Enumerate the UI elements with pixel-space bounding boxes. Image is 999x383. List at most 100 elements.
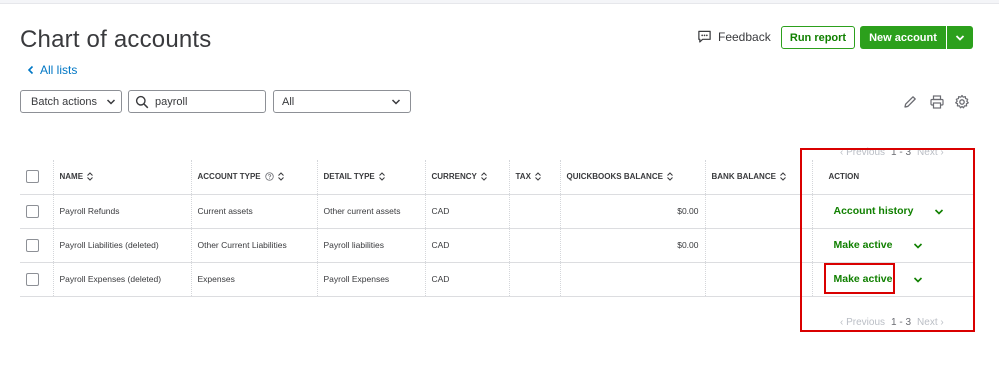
cell-account-type: Current assets — [190, 194, 317, 229]
pagination-bottom: ‹ Previous 1 - 3 Next › — [840, 317, 944, 328]
chevron-down-icon[interactable] — [912, 274, 924, 286]
cell-action: Make active — [811, 262, 973, 297]
chevron-down-icon[interactable] — [912, 240, 924, 252]
sort-icon — [277, 172, 284, 182]
page-range: 1 - 3 — [891, 317, 912, 328]
cell-tax — [508, 194, 560, 229]
next-label: Next — [917, 147, 938, 158]
cell-detail-type: Payroll Expenses — [316, 262, 425, 297]
make-active-button[interactable]: Make active — [829, 236, 898, 254]
table-row[interactable]: Payroll Expenses (deleted) Expenses Payr… — [20, 262, 973, 297]
cell-tax — [508, 262, 560, 297]
run-report-button[interactable]: Run report — [781, 26, 855, 49]
cell-name: Payroll Expenses (deleted) — [52, 262, 191, 297]
cell-account-type: Other Current Liabilities — [190, 228, 317, 263]
cell-name: Payroll Refunds — [52, 194, 191, 229]
cell-bank-balance — [704, 228, 812, 263]
column-account-type[interactable]: ACCOUNT TYPE — [190, 160, 317, 195]
cell-quickbooks-balance — [559, 262, 705, 297]
column-name-label: NAME — [59, 172, 84, 182]
speech-bubble-icon — [698, 30, 711, 43]
pencil-icon[interactable] — [902, 94, 918, 110]
table-row[interactable]: Payroll Refunds Current assets Other cur… — [20, 194, 973, 229]
page-title: Chart of accounts — [20, 26, 212, 53]
row-checkbox[interactable] — [26, 204, 39, 218]
pagination-top: ‹ Previous 1 - 3 Next › — [840, 147, 944, 158]
help-icon[interactable] — [264, 172, 274, 182]
cell-currency: CAD — [424, 228, 509, 263]
batch-actions-label: Batch actions — [31, 95, 98, 108]
chevron-down-icon — [955, 34, 965, 41]
column-action-label: ACTION — [828, 172, 860, 182]
make-active-button[interactable]: Make active — [829, 270, 898, 288]
row-select-cell — [20, 262, 53, 297]
table-header-row: NAME ACCOUNT TYPE DETAIL TYPE CURRENCY T… — [20, 160, 973, 195]
previous-page-link[interactable]: ‹ Previous — [840, 147, 885, 158]
next-page-link[interactable]: Next › — [917, 317, 944, 328]
chevron-down-icon — [107, 98, 116, 105]
feedback-label: Feedback — [718, 29, 771, 44]
accounts-table: NAME ACCOUNT TYPE DETAIL TYPE CURRENCY T… — [20, 160, 973, 297]
column-bank-balance-label: BANK BALANCE — [711, 172, 776, 182]
column-tax-label: TAX — [515, 172, 531, 182]
sort-icon — [378, 172, 385, 182]
row-checkbox[interactable] — [26, 238, 39, 252]
column-bank-balance[interactable]: BANK BALANCE — [704, 160, 812, 195]
column-currency[interactable]: CURRENCY — [424, 160, 509, 195]
cell-currency: CAD — [424, 194, 509, 229]
sort-icon — [480, 172, 487, 182]
next-page-link[interactable]: Next › — [917, 147, 944, 158]
top-bar — [0, 0, 999, 4]
all-lists-link[interactable]: All lists — [26, 63, 77, 77]
cell-account-type: Expenses — [190, 262, 317, 297]
account-filter-select[interactable]: All — [273, 90, 411, 113]
next-label: Next — [917, 317, 938, 328]
chevron-left-icon — [27, 65, 34, 75]
feedback-button[interactable]: Feedback — [697, 29, 771, 44]
column-action: ACTION — [811, 160, 973, 195]
row-select-cell — [20, 194, 53, 229]
sort-icon — [535, 172, 541, 182]
select-all-checkbox[interactable] — [26, 170, 39, 184]
column-quickbooks-balance[interactable]: QUICKBOOKS BALANCE — [559, 160, 705, 195]
account-filter-value: All — [282, 95, 295, 108]
previous-label: Previous — [846, 317, 886, 328]
table-row[interactable]: Payroll Liabilities (deleted) Other Curr… — [20, 228, 973, 263]
all-lists-label: All lists — [40, 63, 78, 77]
cell-currency: CAD — [424, 262, 509, 297]
chevron-down-icon — [391, 98, 401, 105]
column-name[interactable]: NAME — [52, 160, 191, 195]
cell-detail-type: Other current assets — [316, 194, 425, 229]
previous-label: Previous — [846, 147, 886, 158]
search-input[interactable] — [155, 95, 255, 108]
row-select-cell — [20, 228, 53, 263]
previous-page-link[interactable]: ‹ Previous — [840, 317, 885, 328]
search-box — [128, 90, 266, 113]
page-range: 1 - 3 — [891, 147, 912, 158]
printer-icon[interactable] — [929, 94, 945, 110]
column-currency-label: CURRENCY — [431, 172, 477, 182]
cell-detail-type: Payroll liabilities — [316, 228, 425, 263]
cell-action: Account history — [811, 194, 973, 229]
new-account-dropdown-button[interactable] — [947, 26, 973, 49]
sort-icon — [667, 172, 673, 182]
select-all-cell — [20, 160, 53, 195]
column-account-type-label: ACCOUNT TYPE — [197, 172, 261, 182]
sort-icon — [780, 172, 786, 182]
column-tax[interactable]: TAX — [508, 160, 560, 195]
cell-quickbooks-balance: $0.00 — [559, 194, 705, 229]
column-quickbooks-balance-label: QUICKBOOKS BALANCE — [566, 172, 663, 182]
search-icon — [135, 95, 149, 108]
cell-action: Make active — [811, 228, 973, 263]
account-history-button[interactable]: Account history — [829, 202, 919, 220]
gear-icon[interactable] — [954, 94, 970, 110]
cell-bank-balance — [704, 194, 812, 229]
cell-tax — [508, 228, 560, 263]
cell-name: Payroll Liabilities (deleted) — [52, 228, 191, 263]
chevron-down-icon[interactable] — [933, 206, 945, 218]
new-account-button[interactable]: New account — [860, 26, 946, 49]
column-detail-type-label: DETAIL TYPE — [323, 172, 375, 182]
row-checkbox[interactable] — [26, 272, 39, 286]
column-detail-type[interactable]: DETAIL TYPE — [316, 160, 425, 195]
batch-actions-dropdown[interactable]: Batch actions — [20, 90, 122, 113]
